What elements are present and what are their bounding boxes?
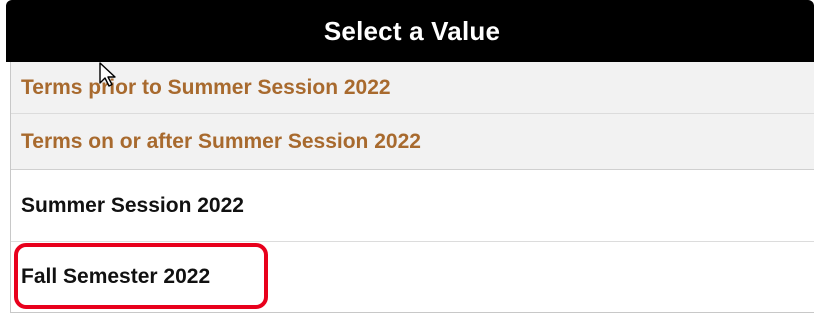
list-item-terms-on-or-after[interactable]: Terms on or after Summer Session 2022 (11, 114, 814, 170)
list-item-terms-prior[interactable]: Terms prior to Summer Session 2022 (11, 62, 814, 114)
list-item-label: Summer Session 2022 (21, 193, 244, 217)
list-item-label: Terms prior to Summer Session 2022 (21, 75, 391, 99)
list-item-summer-session-2022[interactable]: Summer Session 2022 (11, 170, 814, 242)
dialog-title: Select a Value (323, 15, 501, 46)
mouse-pointer-icon (99, 62, 116, 87)
dialog-header: Select a Value (6, 0, 814, 62)
list-item-label: Terms on or after Summer Session 2022 (21, 129, 421, 153)
highlight-outline (14, 243, 268, 309)
